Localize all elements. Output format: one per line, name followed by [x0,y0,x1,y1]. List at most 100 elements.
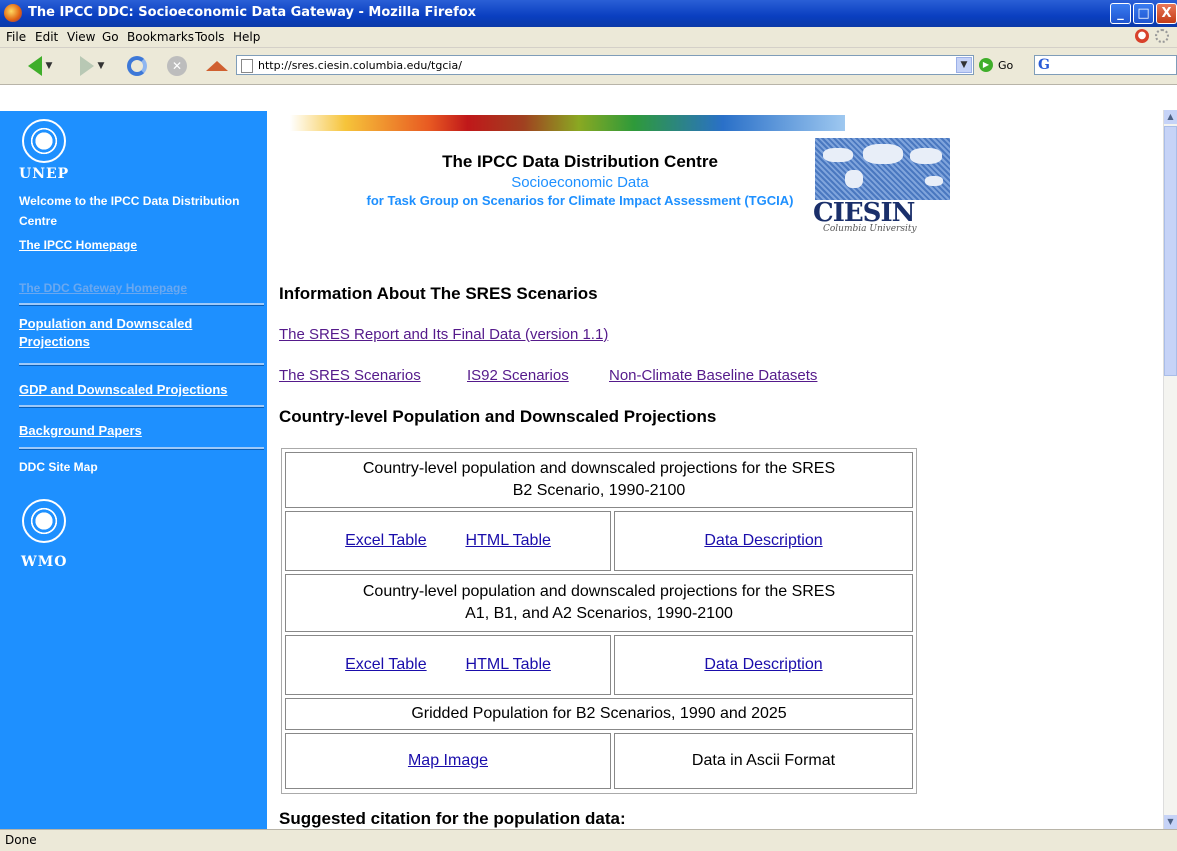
menu-tools[interactable]: Tools [195,30,225,44]
close-button[interactable]: X [1156,3,1177,24]
home-icon [206,61,228,71]
b2-title-line2: B2 Scenario, 1990-2100 [512,482,686,499]
table-row-b2-title: Country-level population and downscaled … [285,452,913,508]
header-gradient-bar [290,115,845,131]
data-table: Country-level population and downscaled … [281,448,917,794]
a1-excel-link[interactable]: Excel Table [345,656,427,673]
status-stop-icon: ● [1135,29,1149,43]
ascii-data-text: Data in Ascii Format [691,752,836,769]
b2-title-line1: Country-level population and downscaled … [362,460,836,477]
scroll-down-icon[interactable]: ▼ [1164,815,1177,829]
unep-label: UNEP [19,166,70,182]
a1-title-line1: Country-level population and downscaled … [362,583,836,600]
a1-description-link[interactable]: Data Description [704,656,822,673]
page-viewport: UNEP Welcome to the IPCC Data Distributi… [0,85,1163,829]
welcome-text-line2: Centre [19,214,58,228]
firefox-icon [4,4,22,22]
sidebar-link-ddc-home[interactable]: The DDC Gateway Homepage [19,279,187,297]
gridded-title: Gridded Population for B2 Scenarios, 199… [411,705,787,722]
table-row-gridded-title: Gridded Population for B2 Scenarios, 199… [285,698,913,730]
sidebar-divider [19,363,264,366]
page-tagline: for Task Group on Scenarios for Climate … [366,193,794,208]
sidebar-divider [19,405,264,408]
sidebar: UNEP Welcome to the IPCC Data Distributi… [0,111,267,829]
menu-bar: File Edit View Go Bookmarks Tools Help ● [0,27,1177,48]
menu-view[interactable]: View [67,30,95,44]
a1-html-link[interactable]: HTML Table [466,656,551,673]
back-dropdown-icon[interactable]: ▼ [46,61,53,71]
ciesin-logo-subtext: Columbia University [823,224,917,234]
sres-report-link[interactable]: The SRES Report and Its Final Data (vers… [279,326,608,343]
stop-icon: ✕ [167,56,187,76]
is92-scenarios-link[interactable]: IS92 Scenarios [467,367,569,384]
sidebar-link-population-line1[interactable]: Population and Downscaled [19,315,192,333]
menu-help[interactable]: Help [233,30,260,44]
page-title: The IPCC Data Distribution Centre [442,152,718,171]
ciesin-logo: CIESIN Columbia University [813,138,950,234]
menu-bookmarks[interactable]: Bookmarks [127,30,194,44]
back-button[interactable]: ▼ [18,53,62,79]
forward-dropdown-icon[interactable]: ▼ [98,61,105,71]
table-cell-ascii: Data in Ascii Format [614,733,913,789]
map-image-link[interactable]: Map Image [408,752,488,769]
sidebar-link-gdp[interactable]: GDP and Downscaled Projections [19,381,228,399]
country-heading: Country-level Population and Downscaled … [279,407,717,426]
reload-icon [127,56,147,76]
welcome-text-line1: Welcome to the IPCC Data Distribution [19,194,240,208]
scroll-up-icon[interactable]: ▲ [1164,110,1177,124]
world-map-image [815,138,950,200]
a1-title-line2: A1, B1, and A2 Scenarios, 1990-2100 [465,605,733,622]
go-label: Go [998,58,1014,72]
table-row-a1-title: Country-level population and downscaled … [285,574,913,632]
address-dropdown-icon[interactable]: ▼ [956,57,972,73]
status-bar: Done [0,829,1177,851]
sidebar-link-site-map[interactable]: DDC Site Map [19,460,98,474]
menu-edit[interactable]: Edit [35,30,58,44]
reload-button[interactable] [122,53,152,79]
sidebar-divider [19,447,264,450]
table-cell-b2-desc: Data Description [614,511,913,571]
unep-logo-icon [22,119,66,163]
minimize-button[interactable]: _ [1110,3,1131,24]
page-subtitle: Socioeconomic Data [511,174,649,191]
forward-button[interactable]: ▼ [70,53,114,79]
google-search-icon[interactable]: G [1038,57,1050,73]
window-titlebar: The IPCC DDC: Socioeconomic Data Gateway… [0,0,1177,27]
table-cell-map: Map Image [285,733,611,789]
b2-excel-link[interactable]: Excel Table [345,532,427,549]
sidebar-link-population-line2[interactable]: Projections [19,333,90,351]
baseline-datasets-link[interactable]: Non-Climate Baseline Datasets [609,367,817,384]
vertical-scrollbar[interactable]: ▲ ▼ [1163,110,1177,829]
citation-heading: Suggested citation for the population da… [279,809,626,828]
page-icon [241,59,253,73]
throbber-icon [1155,29,1169,43]
b2-html-link[interactable]: HTML Table [466,532,551,549]
back-arrow-icon [27,56,42,76]
scroll-thumb[interactable] [1164,126,1177,376]
address-input[interactable]: http://sres.ciesin.columbia.edu/tgcia/ [258,59,462,72]
sidebar-divider [19,303,264,306]
menu-go[interactable]: Go [102,30,119,44]
stop-button[interactable]: ✕ [162,53,192,79]
home-button[interactable] [202,53,232,79]
search-input[interactable]: G [1034,55,1177,75]
b2-description-link[interactable]: Data Description [704,532,822,549]
info-heading: Information About The SRES Scenarios [279,284,598,303]
wmo-logo-icon [22,499,66,543]
sidebar-link-ipcc-home[interactable]: The IPCC Homepage [19,236,137,254]
go-arrow-icon: ▶ [979,58,993,72]
go-button[interactable]: ▶ Go [979,56,1013,74]
status-text: Done [5,833,37,847]
page-header: The IPCC Data Distribution Centre Socioe… [270,152,890,208]
forward-arrow-icon [79,56,94,76]
address-bar[interactable]: http://sres.ciesin.columbia.edu/tgcia/ ▼ [236,55,974,75]
table-cell-b2-links: Excel Table HTML Table [285,511,611,571]
sres-scenarios-link[interactable]: The SRES Scenarios [279,367,421,384]
table-cell-a1-desc: Data Description [614,635,913,695]
window-title: The IPCC DDC: Socioeconomic Data Gateway… [28,5,477,20]
sidebar-link-background[interactable]: Background Papers [19,422,142,440]
wmo-label: WMO [21,554,68,570]
maximize-button[interactable]: □ [1133,3,1154,24]
menu-file[interactable]: File [6,30,26,44]
table-cell-a1-links: Excel Table HTML Table [285,635,611,695]
